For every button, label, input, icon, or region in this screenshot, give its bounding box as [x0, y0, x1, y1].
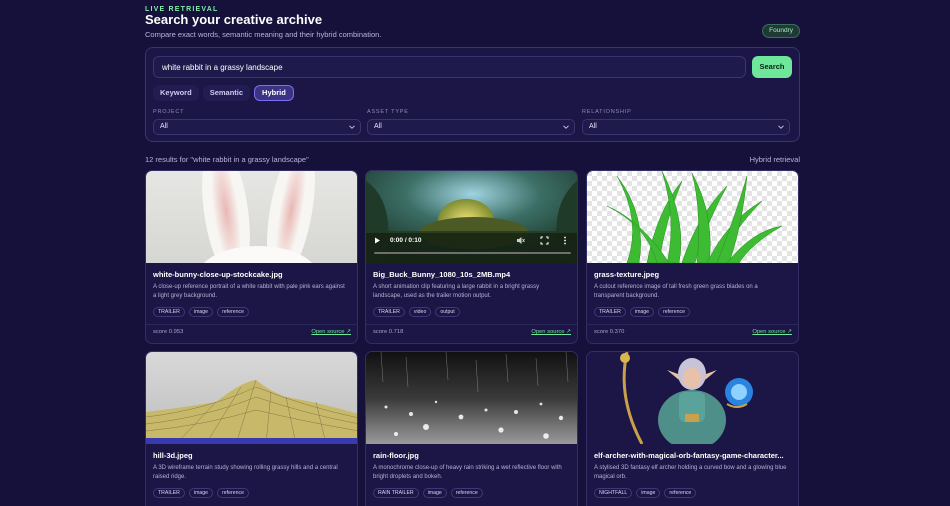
card-score: score 0.953 [153, 329, 184, 335]
relationship-tag: reference [658, 307, 690, 317]
card-description: A close-up reference portrait of a white… [153, 284, 345, 299]
result-card[interactable]: 0:00 / 0:10 Big_Buck_Bunny_1080_10s_2MB.… [365, 170, 578, 344]
project-tag: TRAILER [153, 488, 185, 498]
relationship-filter-label: RELATIONSHIP [582, 109, 632, 115]
card-tags: TRAILER image reference [594, 307, 690, 317]
card-description: A stylised 3D fantasy elf archer holding… [594, 465, 787, 480]
card-divider [366, 324, 577, 325]
card-tags: RAIN TRAILER image reference [373, 488, 483, 498]
video-time: 0:00 / 0:10 [390, 237, 422, 244]
project-filter-label: PROJECT [153, 109, 185, 115]
project-tag: TRAILER [153, 307, 185, 317]
relationship-tag: reference [217, 488, 249, 498]
card-score: score 0.370 [594, 329, 625, 335]
workspace-badge[interactable]: Foundry [762, 24, 800, 38]
project-tag: TRAILER [373, 307, 405, 317]
card-description: A cutout reference image of tall fresh g… [594, 284, 758, 299]
page-subtitle: Compare exact words, semantic meaning an… [145, 30, 382, 39]
card-title: grass-texture.jpeg [594, 270, 660, 279]
card-title: Big_Buck_Bunny_1080_10s_2MB.mp4 [373, 270, 511, 279]
card-title: white-bunny-close-up-stockcake.jpg [153, 270, 283, 279]
asset-type-select[interactable]: All [367, 119, 575, 135]
open-source-link[interactable]: Open source ↗ [531, 329, 571, 335]
asset-type-filter: ASSET TYPE All [367, 109, 575, 135]
mode-switcher: Keyword Semantic Hybrid [153, 85, 294, 101]
result-card[interactable]: white-bunny-close-up-stockcake.jpg A clo… [145, 170, 358, 344]
result-card[interactable]: hill-3d.jpeg A 3D wireframe terrain stud… [145, 351, 358, 506]
rain-thumbnail [366, 352, 577, 444]
relationship-tag: reference [450, 488, 483, 498]
relationship-select[interactable]: All [582, 119, 790, 135]
search-button[interactable]: Search [752, 56, 792, 78]
relationship-select-value: All [589, 123, 597, 130]
result-card[interactable]: rain-floor.jpg A monochrome close-up of … [365, 351, 578, 506]
mute-icon[interactable] [516, 236, 525, 245]
open-source-link[interactable]: Open source ↗ [311, 329, 351, 335]
type-tag: image [188, 488, 214, 498]
type-tag: image [422, 488, 447, 498]
page-title: Search your creative archive [145, 12, 323, 27]
card-score: score 0.718 [373, 329, 404, 335]
card-title: hill-3d.jpeg [153, 451, 193, 460]
project-select-value: All [160, 123, 168, 130]
results-mode-label: Hybrid retrieval [749, 155, 800, 164]
card-tags: TRAILER video output [373, 307, 460, 317]
asset-type-filter-label: ASSET TYPE [367, 109, 409, 115]
video-progress-bar[interactable] [374, 252, 571, 254]
chevron-down-icon [563, 125, 569, 129]
project-filter: PROJECT All [153, 109, 361, 135]
card-title: rain-floor.jpg [373, 451, 419, 460]
search-panel: Search Keyword Semantic Hybrid PROJECT A… [145, 47, 800, 142]
more-options-icon[interactable] [563, 236, 567, 245]
card-description: A 3D wireframe terrain study showing rol… [153, 465, 338, 480]
chevron-down-icon [349, 125, 355, 129]
open-source-link[interactable]: Open source ↗ [752, 329, 792, 335]
project-tag: NIGHTFALL [594, 488, 633, 498]
card-divider [146, 324, 357, 325]
relationship-tag: reference [217, 307, 249, 317]
results-count: 12 results for "white rabbit in a grassy… [145, 155, 309, 164]
result-card[interactable]: elf-archer-with-magical-orb-fantasy-game… [586, 351, 799, 506]
relationship-tag: reference [664, 488, 697, 498]
project-select[interactable]: All [153, 119, 361, 135]
mode-keyword-tab[interactable]: Keyword [153, 85, 199, 101]
card-divider [587, 324, 798, 325]
type-tag: image [636, 488, 661, 498]
card-description: A short animation clip featuring a large… [373, 284, 540, 299]
fullscreen-icon[interactable] [540, 236, 549, 245]
card-tags: TRAILER image reference [153, 488, 249, 498]
project-tag: TRAILER [594, 307, 626, 317]
grass-thumbnail [587, 171, 798, 263]
mode-semantic-tab[interactable]: Semantic [202, 85, 251, 101]
card-description: A monochrome close-up of heavy rain stri… [373, 465, 562, 480]
type-tag: image [188, 307, 214, 317]
card-tags: TRAILER image reference [153, 307, 249, 317]
relationship-filter: RELATIONSHIP All [582, 109, 790, 135]
mode-hybrid-tab[interactable]: Hybrid [254, 85, 294, 101]
video-player[interactable]: 0:00 / 0:10 [366, 171, 577, 263]
card-tags: NIGHTFALL image reference [594, 488, 697, 498]
hill-thumbnail [146, 352, 357, 444]
elf-archer-thumbnail [587, 352, 798, 444]
relationship-tag: output [435, 307, 460, 317]
chevron-down-icon [778, 125, 784, 129]
project-tag: RAIN TRAILER [373, 488, 419, 498]
asset-type-select-value: All [374, 123, 382, 130]
result-card[interactable]: grass-texture.jpeg A cutout reference im… [586, 170, 799, 344]
search-input[interactable] [153, 56, 746, 78]
card-title: elf-archer-with-magical-orb-fantasy-game… [594, 451, 784, 460]
play-icon[interactable] [374, 237, 381, 244]
type-tag: image [629, 307, 655, 317]
rabbit-thumbnail [146, 171, 357, 263]
type-tag: video [408, 307, 432, 317]
